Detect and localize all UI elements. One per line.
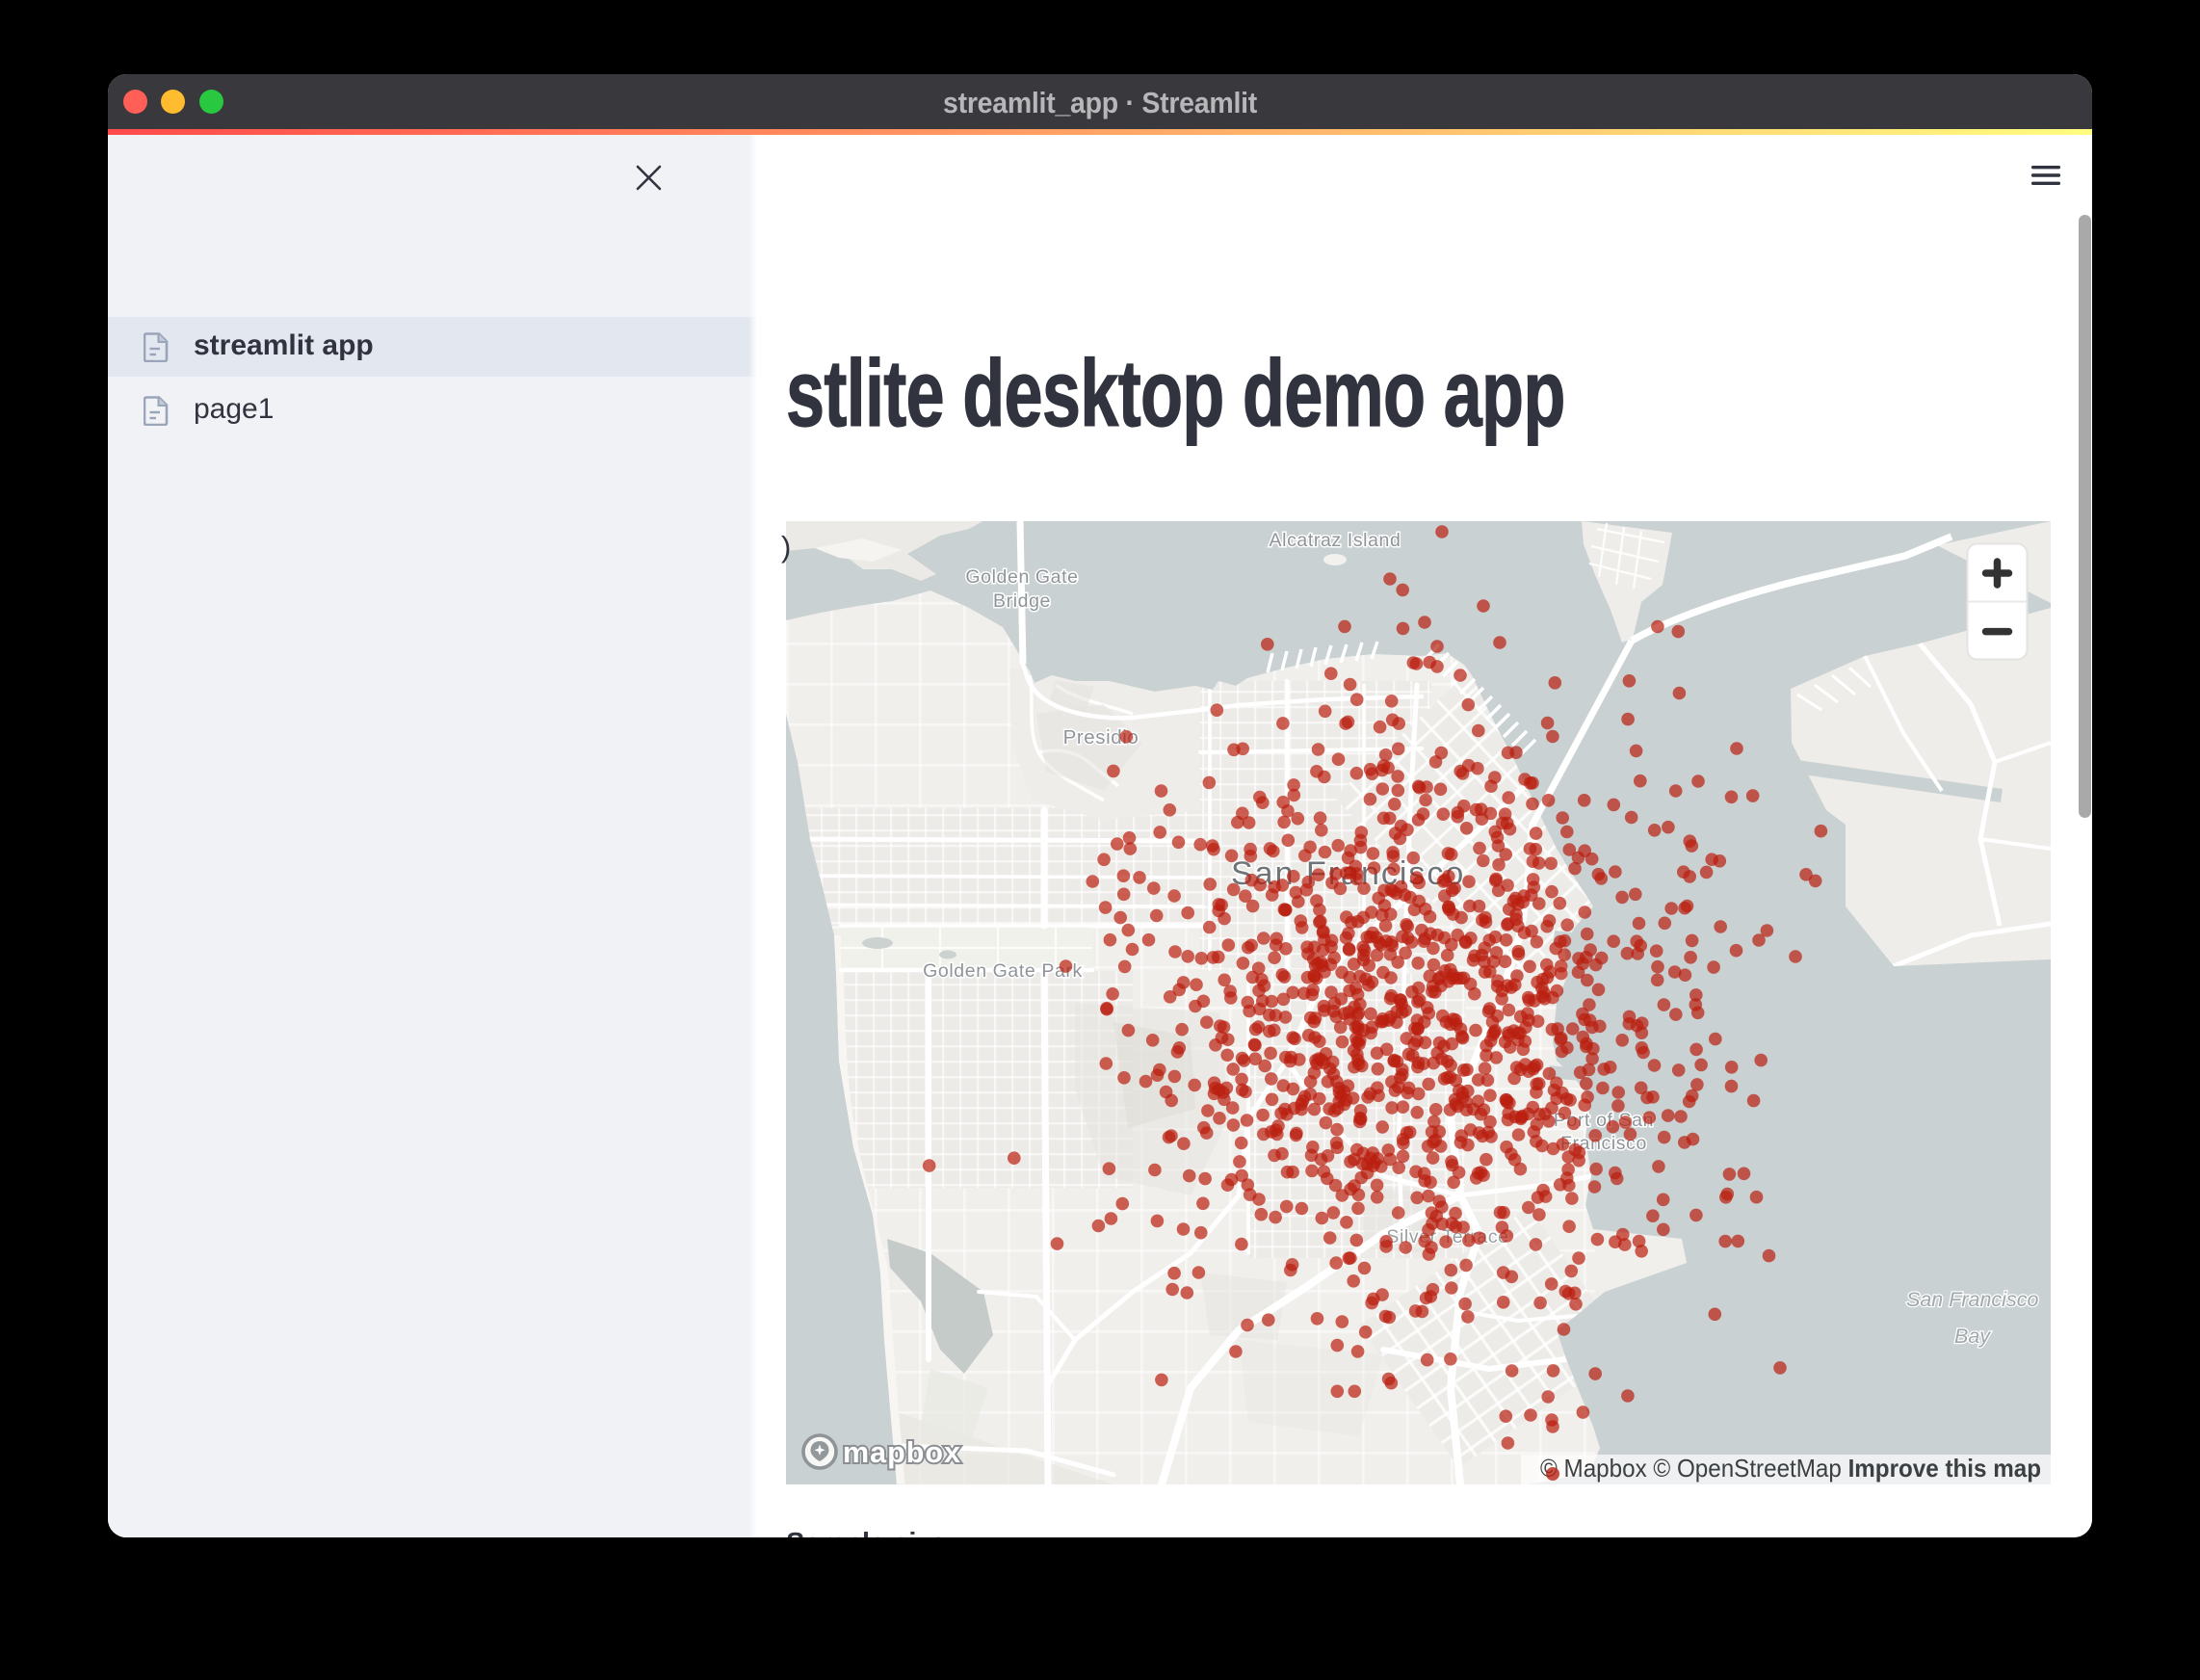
svg-text:Bridge: Bridge <box>993 591 1051 612</box>
svg-text:Bay: Bay <box>1954 1325 1991 1348</box>
svg-text:Alcatraz Island: Alcatraz Island <box>1270 530 1401 551</box>
svg-text:San Francisco: San Francisco <box>1906 1288 2038 1311</box>
svg-text:Golden Gate: Golden Gate <box>965 566 1078 588</box>
svg-text:mapbox: mapbox <box>843 1436 961 1469</box>
svg-text:© Mapbox © OpenStreetMap Impro: © Mapbox © OpenStreetMap Improve this ma… <box>1540 1454 2041 1483</box>
svg-text:Golden Gate Park: Golden Gate Park <box>923 960 1083 982</box>
